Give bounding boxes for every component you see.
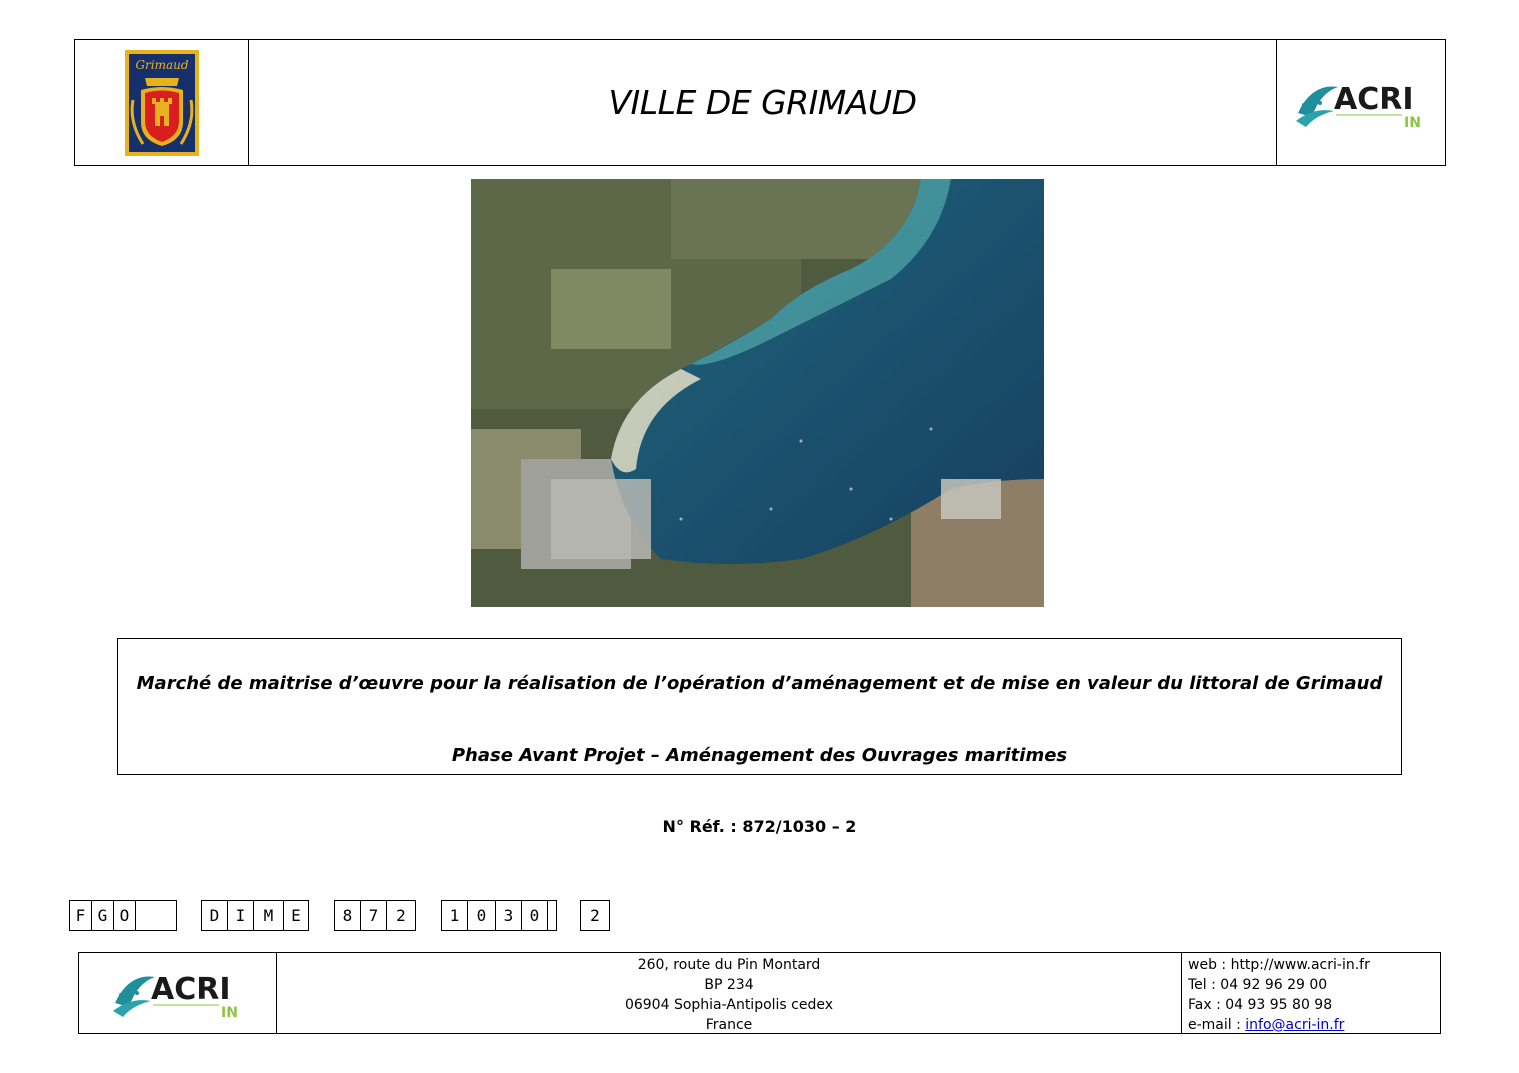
address-line: BP 234	[704, 977, 754, 993]
acri-in-logo: ACRI IN	[1296, 82, 1421, 129]
grimaud-crest-logo: Grimaud	[124, 49, 199, 156]
crest-cell: Grimaud	[75, 40, 249, 165]
subject-line-1: Marché de maitrise d’œuvre pour la réali…	[136, 673, 1383, 694]
acri-logo-sub: IN	[1404, 115, 1421, 129]
code-cell: 0	[468, 901, 496, 930]
code-cell: 1	[442, 901, 468, 930]
email-line: e-mail : info@acri-in.fr	[1188, 1015, 1440, 1035]
code-cell: I	[228, 901, 254, 930]
acri-logo-sub: IN	[221, 1005, 238, 1019]
code-cell	[548, 901, 556, 930]
code-cell: D	[202, 901, 228, 930]
code-cell: 8	[335, 901, 361, 930]
code-cell: E	[291, 906, 301, 925]
code-group-5: 2	[580, 900, 610, 931]
code-cell: M	[254, 901, 284, 930]
email-label: e-mail :	[1188, 1017, 1246, 1033]
subject-line-2: Phase Avant Projet – Aménagement des Ouv…	[451, 745, 1068, 766]
document-header: Grimaud VILLE DE GRIMAUD ACRI IN	[74, 39, 1446, 166]
code-cell	[136, 901, 176, 930]
code-cell: 0	[522, 901, 548, 930]
address-line: 260, route du Pin Montard	[637, 957, 821, 973]
web-line: web : http://www.acri-in.fr	[1188, 957, 1370, 973]
code-cell: 3	[496, 901, 522, 930]
code-cell: G	[92, 901, 114, 930]
code-cell: 7	[361, 901, 387, 930]
title-cell: VILLE DE GRIMAUD	[249, 40, 1277, 165]
code-group-4: 1 0 3 0	[441, 900, 557, 931]
crest-lettering: Grimaud	[135, 58, 188, 72]
aerial-photo-gulf	[471, 179, 1044, 607]
tel-line: Tel : 04 92 96 29 00	[1188, 977, 1328, 993]
footer-contact: web : http://www.acri-in.fr Tel : 04 92 …	[1182, 953, 1440, 1033]
reference-number: N° Réf. : 872/1030 – 2	[662, 817, 857, 836]
acri-logo-text: ACRI	[151, 972, 231, 1007]
acri-logo-text: ACRI	[1334, 82, 1414, 117]
fax-line: Fax : 04 93 95 80 98	[1188, 997, 1333, 1013]
page-title: VILLE DE GRIMAUD	[608, 83, 917, 122]
acri-in-logo: ACRI IN	[112, 972, 238, 1019]
code-group-2: D I M E	[201, 900, 309, 931]
code-cell: 2	[590, 906, 600, 925]
document-footer: ACRI IN 260, route du Pin Montard BP 234…	[78, 952, 1441, 1034]
email-link[interactable]: info@acri-in.fr	[1245, 1017, 1344, 1033]
code-cell: F	[70, 901, 92, 930]
code-group-3: 8 7 2	[334, 900, 416, 931]
address-line: France	[705, 1017, 753, 1033]
acri-logo-cell: ACRI IN	[1277, 40, 1445, 165]
subject-box: Marché de maitrise d’œuvre pour la réali…	[117, 638, 1402, 775]
code-cell: 2	[396, 906, 406, 925]
code-cell: O	[114, 901, 136, 930]
address-line: 06904 Sophia-Antipolis cedex	[624, 997, 834, 1013]
code-group-1: F G O	[69, 900, 177, 931]
footer-logo-cell: ACRI IN	[79, 953, 277, 1033]
footer-address: 260, route du Pin Montard BP 234 06904 S…	[277, 953, 1182, 1033]
